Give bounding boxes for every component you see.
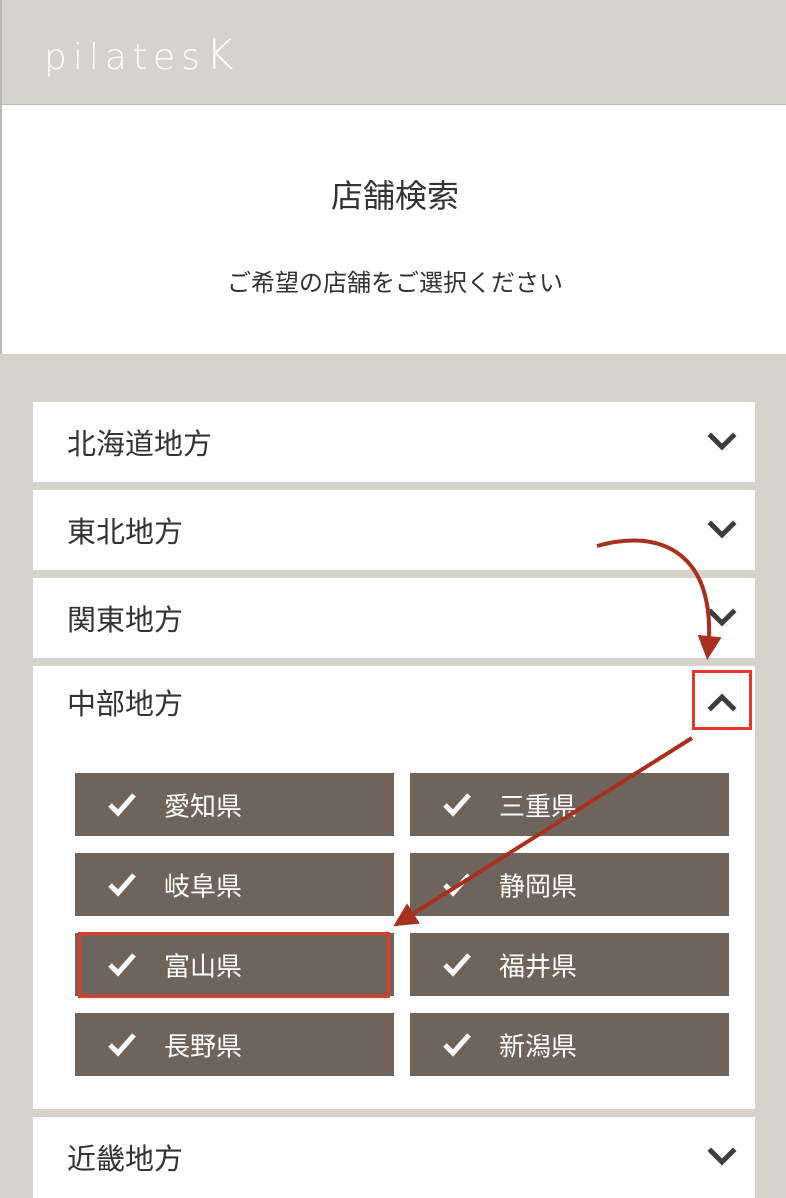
prefecture-button-toyama[interactable]: 富山県 [75,933,394,996]
chevron-down-icon[interactable] [707,515,737,545]
prefecture-button-gifu[interactable]: 岐阜県 [75,853,394,916]
check-icon [107,870,137,900]
prefecture-button-fukui[interactable]: 福井県 [410,933,729,996]
region-label: 東北地方 [67,515,184,549]
chevron-down-icon[interactable] [707,427,737,457]
page-title: 店舗検索 [330,177,459,215]
region-header-kinki[interactable]: 近畿地方 [33,1117,755,1197]
prefecture-label: 静岡県 [499,872,578,902]
region-label: 北海道地方 [67,427,213,461]
region-kanto: 関東地方 [33,578,755,658]
pilates-k-logo[interactable]: pilatesK [44,30,233,79]
prefecture-button-mie[interactable]: 三重県 [410,773,729,836]
region-label: 中部地方 [67,687,184,721]
prefecture-grid: 愛知県 三重県 岐阜県 静岡県 富山県 福井県 長野県 新潟県 [75,773,729,1078]
region-header-kanto[interactable]: 関東地方 [33,578,755,658]
check-icon [442,870,472,900]
top-bar: pilatesK [0,0,786,105]
chevron-down-icon[interactable] [707,1142,737,1172]
check-icon [107,790,137,820]
check-icon [107,1030,137,1060]
region-chubu: 中部地方 愛知県 三重県 岐阜県 静岡県 富山県 福井県 長野県 新潟県 [33,666,755,1109]
region-hokkaido: 北海道地方 [33,402,755,482]
check-icon [107,950,137,980]
region-header-tohoku[interactable]: 東北地方 [33,490,755,570]
check-icon [442,1030,472,1060]
prefecture-label: 岐阜県 [164,872,243,902]
prefecture-label: 新潟県 [499,1032,578,1062]
page-subtitle: ご希望の店舗をご選択ください [227,269,563,297]
prefecture-label: 三重県 [499,792,578,822]
prefecture-button-nagano[interactable]: 長野県 [75,1013,394,1076]
region-header-chubu[interactable]: 中部地方 [33,666,755,738]
check-icon [442,790,472,820]
prefecture-label: 富山県 [164,952,243,982]
prefecture-label: 福井県 [499,952,578,982]
region-tohoku: 東北地方 [33,490,755,570]
region-label: 近畿地方 [67,1142,184,1176]
chevron-up-icon[interactable] [707,687,737,717]
region-header-hokkaido[interactable]: 北海道地方 [33,402,755,482]
prefecture-button-niigata[interactable]: 新潟県 [410,1013,729,1076]
prefecture-button-aichi[interactable]: 愛知県 [75,773,394,836]
prefecture-label: 愛知県 [164,792,243,822]
region-label: 関東地方 [67,603,184,637]
check-icon [442,950,472,980]
logo-text: pilates [44,37,206,78]
prefecture-button-shizuoka[interactable]: 静岡県 [410,853,729,916]
prefecture-label: 長野県 [164,1032,243,1062]
logo-k: K [205,30,234,79]
region-kinki: 近畿地方 [33,1117,755,1198]
intro-section: 店舗検索 ご希望の店舗をご選択ください [0,105,786,354]
chevron-down-icon[interactable] [707,603,737,633]
